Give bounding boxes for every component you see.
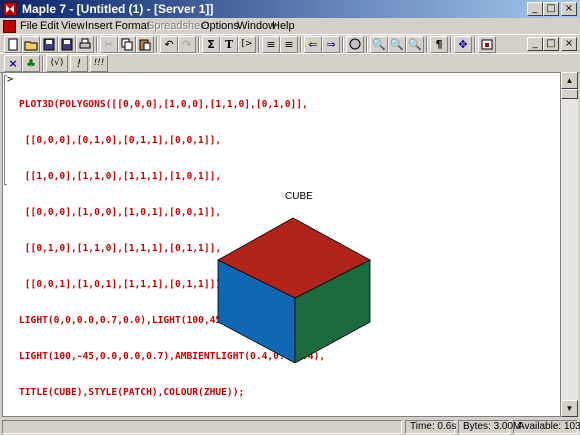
outdent-icon[interactable]: ≡ — [280, 36, 298, 53]
toolbar-separator — [258, 37, 260, 53]
evaluate-symbolic-button[interactable]: (√) — [46, 55, 68, 72]
main-toolbar: ✂ ↶ ↷ Σ T [> ≡ ≡ ⇐ ⇒ 🔍 🔍 🔍 ¶ ✥ — [0, 34, 580, 54]
menu-view[interactable]: View — [61, 20, 85, 32]
toolbar-separator — [342, 37, 344, 53]
forward-arrow-icon[interactable]: ⇒ — [322, 36, 340, 53]
zoom-100-icon[interactable]: 🔍 — [370, 36, 388, 53]
input-prompt: > — [7, 74, 14, 85]
redo-icon[interactable]: ↷ — [178, 36, 196, 53]
zoom-200-icon[interactable]: 🔍 — [406, 36, 424, 53]
menu-bar: File Edit View Insert Format Spreadsheet… — [0, 18, 580, 51]
status-bytes: Bytes: 3.00M — [458, 420, 521, 434]
toolbar-separator — [156, 37, 158, 53]
document-icon[interactable] — [3, 20, 16, 33]
menu-insert[interactable]: Insert — [85, 20, 113, 32]
toolbar-separator — [450, 37, 452, 53]
menu-window[interactable]: Window — [237, 20, 276, 32]
expand-arrows-icon[interactable]: ✥ — [454, 36, 472, 53]
scroll-up-icon[interactable]: ▲ — [561, 72, 578, 89]
minimize-button[interactable]: _ — [527, 2, 543, 16]
code-line: PLOT3D(POLYGONS([[0,0,0],[1,0,0],[1,1,0]… — [19, 99, 308, 110]
toolbar-separator — [42, 56, 44, 72]
window-title: Maple 7 - [Untitled (1) - [Server 1]] — [22, 2, 214, 16]
new-file-icon[interactable] — [4, 36, 22, 53]
title-bar: Maple 7 - [Untitled (1) - [Server 1]] _ … — [0, 0, 580, 18]
zoom-150-icon[interactable]: 🔍 — [388, 36, 406, 53]
show-paragraph-marks-button[interactable]: ¶ — [430, 36, 448, 53]
toolbar-separator — [96, 37, 98, 53]
insert-prompt-button[interactable]: [> — [238, 36, 256, 53]
math-input-button[interactable]: Σ — [202, 36, 220, 53]
cube-plot[interactable] — [213, 213, 383, 363]
scroll-down-icon[interactable]: ▼ — [561, 400, 578, 417]
menu-file[interactable]: File — [20, 20, 38, 32]
close-button[interactable]: × — [561, 2, 577, 16]
close-context-icon[interactable]: × — [4, 55, 22, 72]
code-line: [[1,0,0],[1,1,0],[1,1,1],[1,0,1]], — [19, 171, 222, 182]
save-icon[interactable] — [40, 36, 58, 53]
maple-app-icon[interactable] — [3, 2, 17, 16]
context-toolbar: × ♣ (√) ! !!! — [0, 53, 580, 73]
code-line: TITLE(CUBE),STYLE(PATCH),COLOUR(ZHUE)); — [19, 387, 245, 398]
menu-options[interactable]: Options — [201, 20, 239, 32]
status-available: Available: 103M — [513, 420, 580, 434]
worksheet[interactable]: > PLOT3D(POLYGONS([[0,0,0],[1,0,0],[1,1,… — [2, 72, 561, 417]
copy-icon[interactable] — [118, 36, 136, 53]
execute-button[interactable]: ! — [70, 55, 88, 72]
code-line: [[0,0,0],[0,1,0],[0,1,1],[0,0,1]], — [19, 135, 222, 146]
toolbar-separator — [300, 37, 302, 53]
execution-group-bracket[interactable] — [4, 75, 7, 185]
plot-options-icon[interactable]: ♣ — [22, 55, 40, 72]
print-icon[interactable] — [76, 36, 94, 53]
toolbar-separator — [366, 37, 368, 53]
save-all-icon[interactable] — [58, 36, 76, 53]
menu-format[interactable]: Format — [115, 20, 150, 32]
vertical-scrollbar[interactable]: ▲ ▼ — [561, 72, 578, 417]
plot-title: CUBE — [285, 191, 313, 202]
back-arrow-icon[interactable]: ⇐ — [304, 36, 322, 53]
paste-icon[interactable] — [136, 36, 154, 53]
status-message — [2, 420, 402, 434]
maximize-button[interactable]: □ — [543, 2, 559, 16]
scroll-thumb[interactable] — [561, 89, 578, 99]
toolbar-separator — [474, 37, 476, 53]
execute-all-button[interactable]: !!! — [90, 55, 108, 72]
menu-help[interactable]: Help — [272, 20, 295, 32]
text-input-button[interactable]: T — [220, 36, 238, 53]
menu-edit[interactable]: Edit — [40, 20, 59, 32]
status-bar: Time: 0.6s Bytes: 3.00M Available: 103M — [0, 418, 580, 435]
stop-icon[interactable] — [346, 36, 364, 53]
status-time: Time: 0.6s — [405, 420, 456, 434]
toolbar-separator — [198, 37, 200, 53]
indent-icon[interactable]: ≡ — [262, 36, 280, 53]
toolbar-separator — [426, 37, 428, 53]
open-folder-icon[interactable] — [22, 36, 40, 53]
undo-icon[interactable]: ↶ — [160, 36, 178, 53]
restart-icon[interactable] — [478, 36, 496, 53]
cut-icon[interactable]: ✂ — [100, 36, 118, 53]
